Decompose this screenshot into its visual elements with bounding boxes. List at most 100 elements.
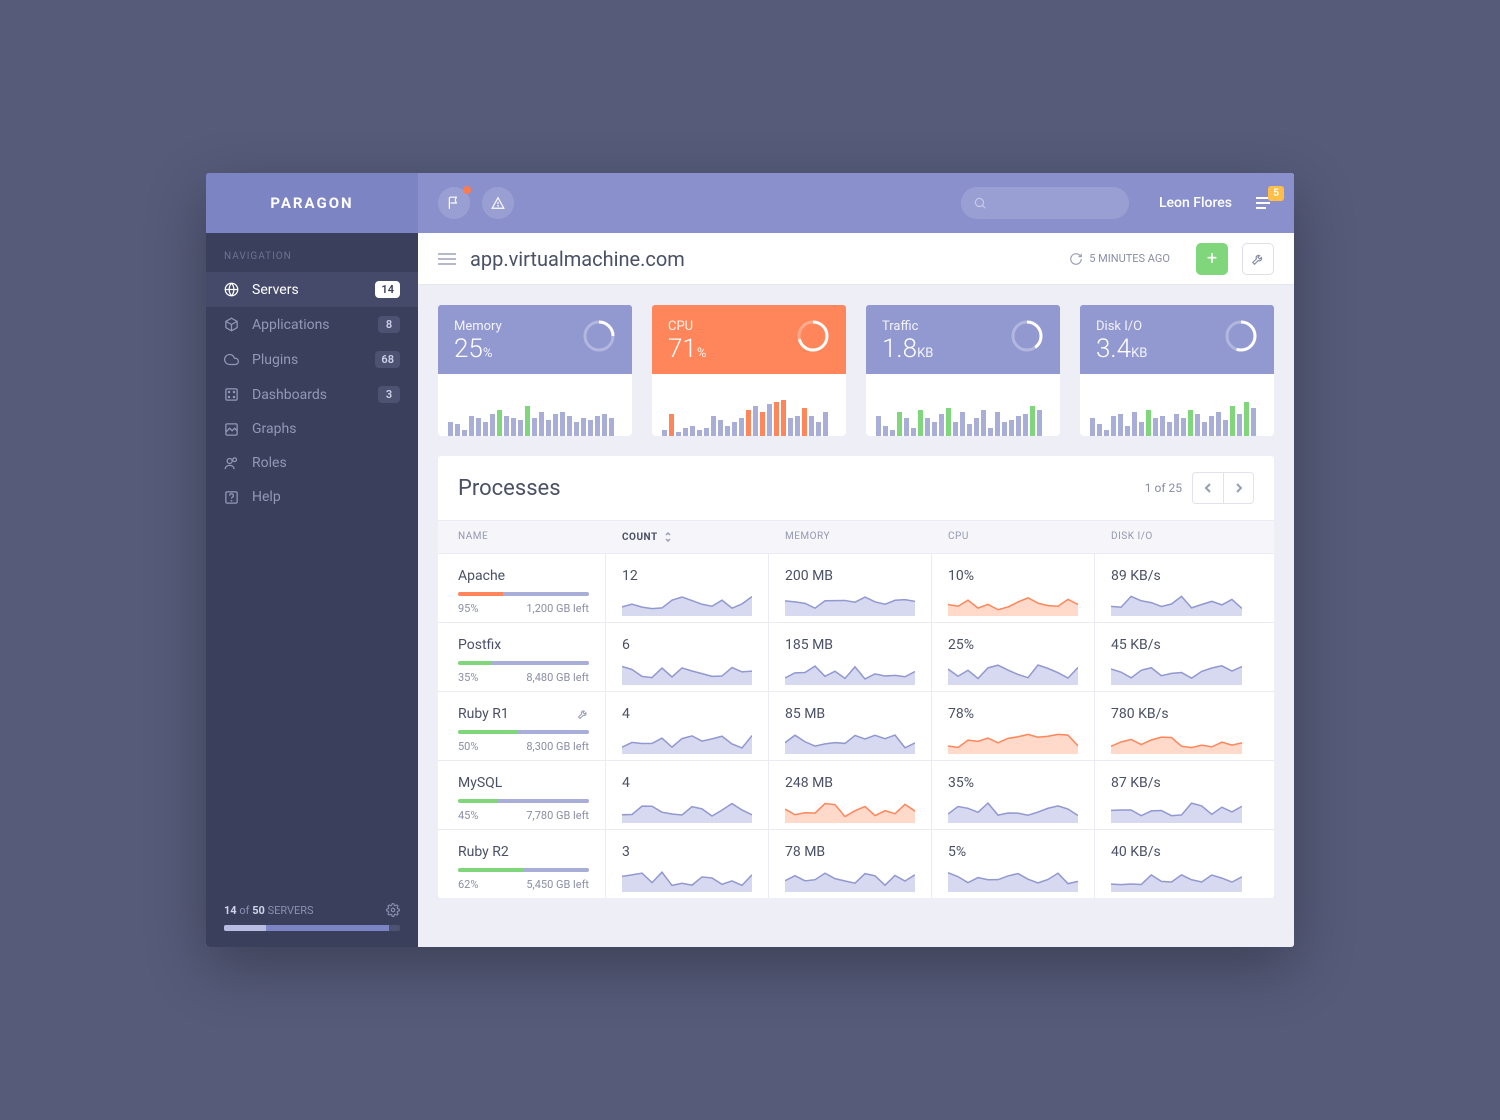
sparkline [948,588,1078,622]
topbar: Leon Flores 5 [418,173,1294,233]
flag-button[interactable] [438,187,470,219]
sidebar-item-plugins[interactable]: Plugins 68 [206,342,418,377]
usage-pct: 62% [458,878,478,891]
sidebar-item-help[interactable]: Help [206,480,418,514]
card-value: 25% [454,334,582,364]
process-name: MySQL [458,775,589,791]
card-value: 71% [668,334,796,364]
table-row[interactable]: MySQL 45%7,780 GB left 4 248 MB 35% 87 K… [438,761,1274,830]
search-input[interactable] [961,187,1129,219]
stat-card-cpu[interactable]: CPU 71% [652,305,846,436]
progress-ring-icon [582,319,616,353]
gear-icon[interactable] [386,903,400,917]
nav-label: Applications [252,317,378,333]
memory-value: 78 MB [785,844,915,860]
card-sparkline [438,374,632,436]
processes-panel: Processes 1 of 25 NAME COUN [438,456,1274,898]
sidebar-item-roles[interactable]: Roles [206,446,418,480]
sparkline [1111,726,1242,760]
globe-icon [224,282,246,298]
card-value: 3.4KB [1096,334,1224,364]
stat-card-diskio[interactable]: Disk I/O 3.4KB [1080,305,1274,436]
card-sparkline [1080,374,1274,436]
progress-ring-icon [1224,319,1258,353]
disk-value: 87 KB/s [1111,775,1242,791]
user-name[interactable]: Leon Flores [1159,195,1232,211]
col-memory[interactable]: MEMORY [769,531,932,543]
page-next-button[interactable] [1223,473,1253,503]
stat-card-memory[interactable]: Memory 25% [438,305,632,436]
memory-value: 248 MB [785,775,915,791]
sidebar-item-graphs[interactable]: Graphs [206,412,418,446]
sidebar-item-applications[interactable]: Applications 8 [206,307,418,342]
table-row[interactable]: Ruby R1 50%8,300 GB left 4 85 MB 78% 780… [438,692,1274,761]
menu-badge: 5 [1268,186,1284,201]
usage-bar [458,730,589,734]
process-name: Ruby R1 [458,706,589,722]
wrench-icon[interactable] [577,708,589,720]
stat-card-traffic[interactable]: Traffic 1.8KB [866,305,1060,436]
server-count: 14 [224,904,237,917]
usage-left: 7,780 GB left [526,809,589,822]
sparkline [785,795,915,829]
progress-ring-icon [796,319,830,353]
cube-icon [224,317,246,333]
add-button[interactable]: + [1196,243,1228,275]
help-icon [224,489,246,505]
process-name: Postfix [458,637,589,653]
sparkline [1111,795,1242,829]
menu-button[interactable]: 5 [1256,196,1274,210]
col-disk[interactable]: DISK I/O [1095,531,1258,543]
nav-badge: 3 [378,386,400,403]
hamburger-icon[interactable] [438,252,456,266]
usage-pct: 35% [458,671,478,684]
col-count[interactable]: COUNT [606,531,769,543]
server-usage-bar [224,925,400,931]
card-label: Traffic [882,319,1010,334]
card-sparkline [866,374,1060,436]
sparkline [948,795,1078,829]
table-row[interactable]: Postfix 35%8,480 GB left 6 185 MB 25% 45… [438,623,1274,692]
usage-bar [458,592,589,596]
card-sparkline [652,374,846,436]
sparkline [948,657,1078,691]
cloud-icon [224,352,246,368]
nav-label: Roles [252,455,400,471]
usage-left: 8,300 GB left [526,740,589,753]
sparkline [1111,588,1242,622]
sparkline [785,657,915,691]
count-value: 3 [622,844,752,860]
table-row[interactable]: Ruby R2 62%5,450 GB left 3 78 MB 5% 40 K… [438,830,1274,898]
nav-label: Graphs [252,421,400,437]
usage-left: 8,480 GB left [526,671,589,684]
memory-value: 85 MB [785,706,915,722]
cpu-value: 35% [948,775,1078,791]
card-label: CPU [668,319,796,334]
table-row[interactable]: Apache 95%1,200 GB left 12 200 MB 10% 89… [438,554,1274,623]
brand-logo: PARAGON [206,173,418,233]
page-title: app.virtualmachine.com [470,247,685,271]
col-name[interactable]: NAME [438,531,606,543]
col-cpu[interactable]: CPU [932,531,1095,543]
sparkline [1111,657,1242,691]
usage-pct: 95% [458,602,478,615]
sparkline [785,864,915,898]
sparkline [622,795,752,829]
sidebar-item-servers[interactable]: Servers 14 [206,272,418,307]
sparkline [622,588,752,622]
refresh-icon[interactable] [1069,252,1083,266]
settings-button[interactable] [1242,243,1274,275]
alert-button[interactable] [482,187,514,219]
sidebar-item-dashboards[interactable]: Dashboards 3 [206,377,418,412]
stat-cards: Memory 25% CPU 71% Traffic 1.8KB Disk I/… [418,285,1294,456]
sidebar-footer: 14 of 50 SERVERS [206,889,418,947]
page-prev-button[interactable] [1193,473,1223,503]
sparkline [785,726,915,760]
process-name: Ruby R2 [458,844,589,860]
table-header: NAME COUNT MEMORY CPU DISK I/O [438,520,1274,554]
nav-badge: 8 [378,316,400,333]
card-label: Memory [454,319,582,334]
process-name: Apache [458,568,589,584]
sidebar: PARAGON NAVIGATION Servers 14 Applicatio… [206,173,418,947]
cpu-value: 10% [948,568,1078,584]
